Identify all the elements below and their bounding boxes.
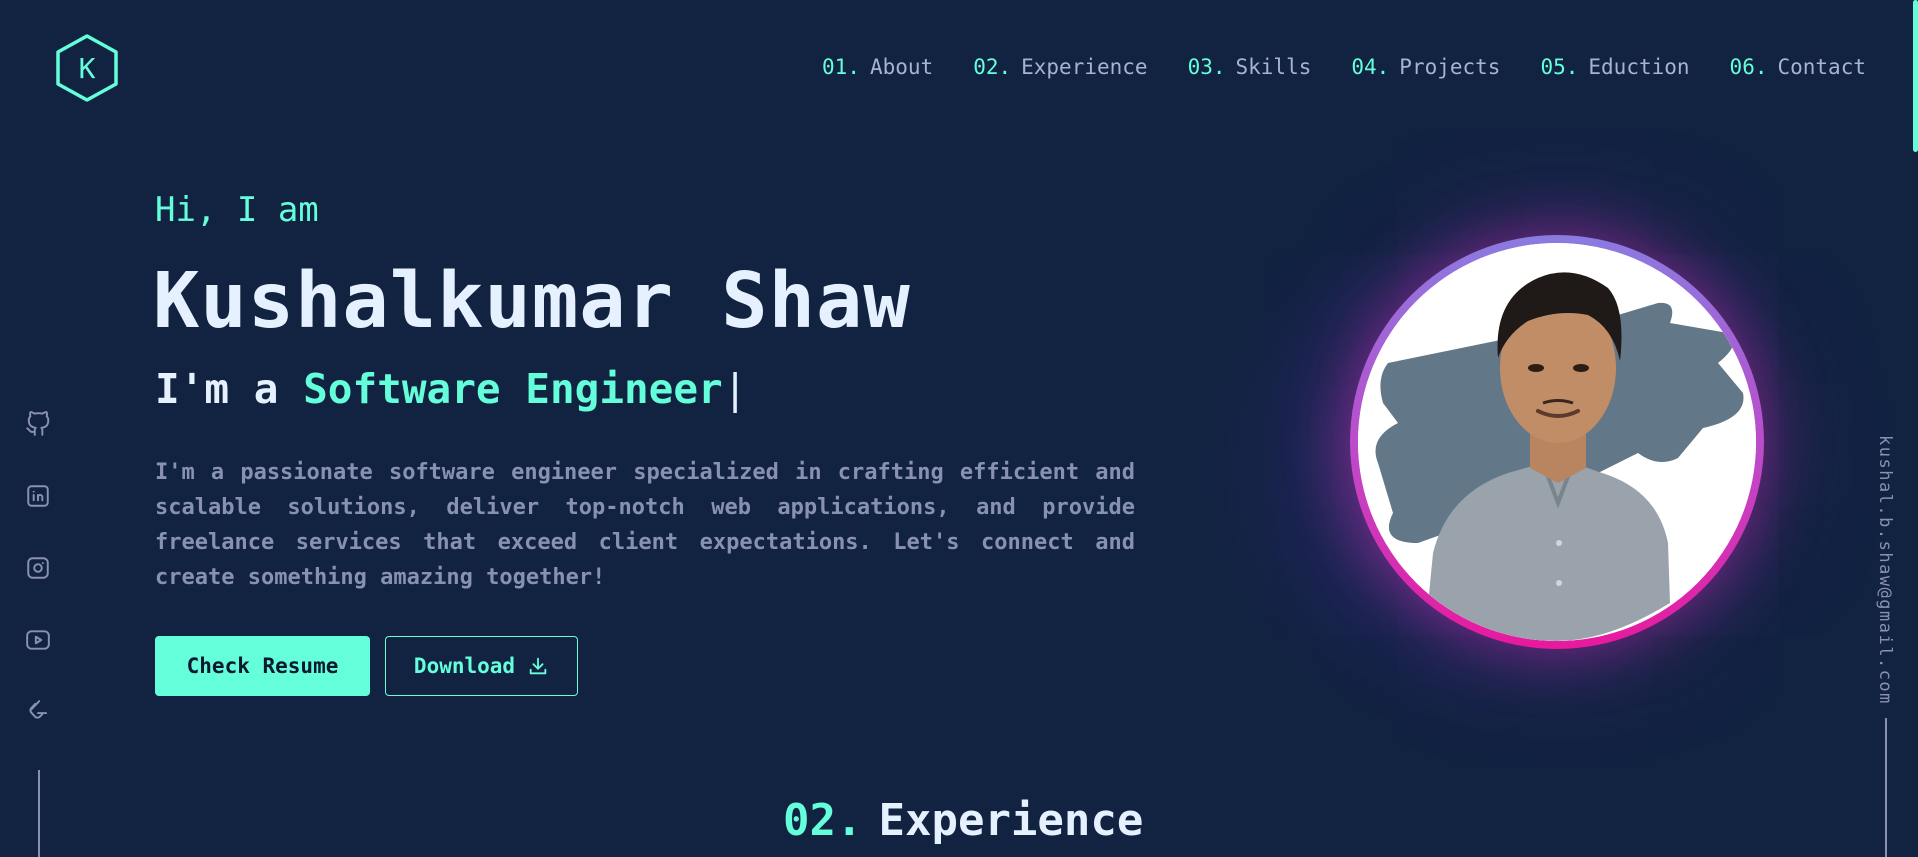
email-divider-line xyxy=(1885,718,1887,857)
profile-photo xyxy=(1358,243,1756,641)
nav-item-contact[interactable]: 06. Contact xyxy=(1730,55,1866,79)
github-link[interactable] xyxy=(22,410,54,438)
youtube-link[interactable] xyxy=(22,626,54,654)
section-heading-experience: 02. Experience xyxy=(783,795,1144,846)
page: K 01. About 02. Experience 03. Skills 04. Pr… xyxy=(0,0,1918,857)
hero-greeting: Hi, I am xyxy=(155,190,319,230)
leetcode-icon xyxy=(29,700,48,719)
linkedin-link[interactable] xyxy=(22,482,54,510)
hero-bio: I'm a passionate software engineer speci… xyxy=(155,460,1135,590)
linkedin-icon xyxy=(27,485,49,507)
role-title: Software Engineer xyxy=(303,365,723,413)
download-button[interactable]: Download xyxy=(385,636,578,696)
logo[interactable]: K xyxy=(55,33,119,103)
svg-text:K: K xyxy=(79,52,96,85)
leetcode-link[interactable] xyxy=(22,698,54,726)
top-nav: 01. About 02. Experience 03. Skills 04. Proj… xyxy=(822,55,1866,79)
hero-role: I'm a Software Engineer| xyxy=(155,365,748,413)
social-links xyxy=(22,410,54,726)
hero-name: Kushalkumar Shaw xyxy=(153,257,911,346)
github-icon xyxy=(26,411,50,436)
nav-item-skills[interactable]: 03. Skills xyxy=(1188,55,1312,79)
profile-photo-frame xyxy=(1350,235,1764,649)
social-divider-line xyxy=(38,770,40,857)
nav-item-about[interactable]: 01. About xyxy=(822,55,933,79)
scrollbar-thumb[interactable] xyxy=(1913,0,1918,152)
check-resume-button[interactable]: Check Resume xyxy=(155,636,370,696)
download-icon xyxy=(529,657,547,675)
email-link[interactable]: kushal.b.shaw@gmail.com xyxy=(1875,435,1895,705)
instagram-link[interactable] xyxy=(22,554,54,582)
hexagon-logo-icon: K xyxy=(56,34,118,102)
nav-item-education[interactable]: 05. Eduction xyxy=(1540,55,1689,79)
nav-item-projects[interactable]: 04. Projects xyxy=(1351,55,1500,79)
person-portrait-icon xyxy=(1358,243,1756,641)
youtube-icon xyxy=(26,630,50,650)
typing-caret: | xyxy=(722,365,748,413)
nav-item-experience[interactable]: 02. Experience xyxy=(973,55,1147,79)
instagram-icon xyxy=(27,557,49,579)
